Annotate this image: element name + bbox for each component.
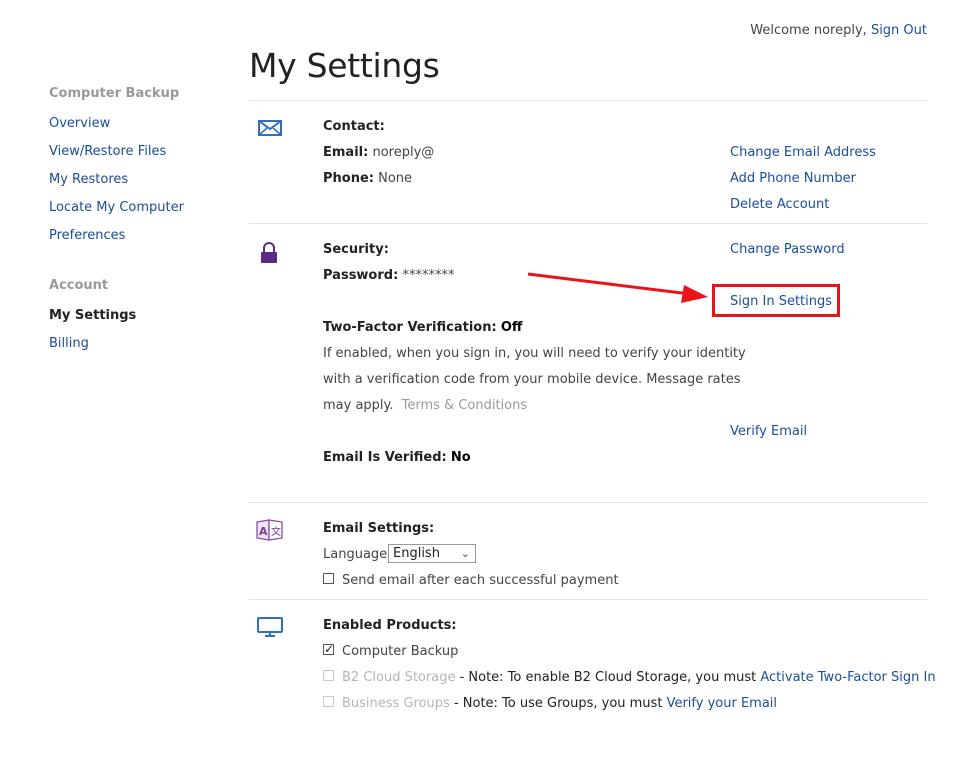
sidebar-item-overview[interactable]: Overview <box>49 116 110 131</box>
password-label: Password: <box>323 268 399 283</box>
b2-row: B2 Cloud Storage - Note: To enable B2 Cl… <box>342 670 936 685</box>
two-factor-description-line-3: may apply. Terms & Conditions <box>323 398 527 413</box>
terms-link[interactable]: Terms & Conditions <box>402 398 528 413</box>
b2-note: - Note: To enable B2 Cloud Storage, you … <box>455 670 761 685</box>
contact-heading: Contact: <box>323 119 385 134</box>
groups-label: Business Groups <box>342 696 450 711</box>
two-factor-row: Two-Factor Verification: Off <box>323 320 522 335</box>
change-password-link[interactable]: Change Password <box>730 242 845 257</box>
description-text: may apply. <box>323 398 394 413</box>
two-factor-description-line-2: with a verification code from your mobil… <box>323 372 741 387</box>
verify-email-link[interactable]: Verify Email <box>730 424 807 439</box>
phone-label: Phone: <box>323 171 374 186</box>
chevron-down-icon: ⌄ <box>460 547 470 560</box>
envelope-icon <box>258 120 282 136</box>
phone-value: None <box>378 171 413 186</box>
monitor-icon <box>257 617 283 637</box>
sidebar-item-locate-my-computer[interactable]: Locate My Computer <box>49 200 184 215</box>
email-settings-heading: Email Settings: <box>323 521 435 536</box>
checkmark-icon: ✓ <box>324 642 335 656</box>
arrow-annotation-icon <box>527 272 708 303</box>
password-row: Password: ******** <box>323 268 454 283</box>
svg-text:文: 文 <box>271 525 281 538</box>
sign-in-settings-link[interactable]: Sign In Settings <box>730 294 832 309</box>
sidebar-item-billing[interactable]: Billing <box>49 336 89 351</box>
send-email-checkbox[interactable] <box>323 573 334 584</box>
svg-text:A: A <box>259 525 268 538</box>
sidebar-heading-account: Account <box>49 278 109 293</box>
sign-out-link[interactable]: Sign Out <box>871 23 927 38</box>
welcome-text: Welcome noreply, <box>750 23 867 38</box>
divider <box>249 223 927 224</box>
divider <box>249 599 927 600</box>
b2-checkbox[interactable] <box>323 670 334 681</box>
language-select[interactable]: English ⌄ <box>388 544 476 563</box>
two-factor-value: Off <box>500 320 523 335</box>
sidebar-item-preferences[interactable]: Preferences <box>49 228 125 243</box>
computer-backup-checkbox[interactable]: ✓ <box>323 642 335 656</box>
email-value: noreply@ <box>372 145 435 160</box>
add-phone-link[interactable]: Add Phone Number <box>730 171 856 186</box>
change-email-link[interactable]: Change Email Address <box>730 145 876 160</box>
security-heading: Security: <box>323 242 389 257</box>
two-factor-description-line-1: If enabled, when you sign in, you will n… <box>323 346 746 361</box>
sidebar-item-view-restore-files[interactable]: View/Restore Files <box>49 144 166 159</box>
contact-phone: Phone: None <box>323 171 412 186</box>
divider <box>249 100 927 101</box>
language-label: Language: <box>323 547 392 562</box>
computer-backup-label: Computer Backup <box>342 644 459 659</box>
language-selected-value: English <box>393 546 440 561</box>
groups-note: - Note: To use Groups, you must <box>449 696 667 711</box>
sidebar-item-my-settings[interactable]: My Settings <box>49 308 136 323</box>
contact-email: Email: noreply@ <box>323 145 434 160</box>
b2-label: B2 Cloud Storage <box>342 670 456 685</box>
language-icon: A 文 <box>256 519 283 541</box>
email-verified-value: No <box>450 450 471 465</box>
password-value: ******** <box>402 268 455 283</box>
products-heading: Enabled Products: <box>323 618 457 633</box>
groups-row: Business Groups - Note: To use Groups, y… <box>342 696 777 711</box>
two-factor-label: Two-Factor Verification: <box>323 320 497 335</box>
email-verified-row: Email Is Verified: No <box>323 450 471 465</box>
delete-account-link[interactable]: Delete Account <box>730 197 829 212</box>
business-groups-checkbox[interactable] <box>323 696 334 707</box>
send-email-label: Send email after each successful payment <box>342 573 619 588</box>
email-verified-label: Email Is Verified: <box>323 450 447 465</box>
sidebar-heading-computer-backup: Computer Backup <box>49 86 180 101</box>
activate-two-factor-link[interactable]: Activate Two-Factor Sign In <box>760 670 935 685</box>
page-title: My Settings <box>249 46 440 85</box>
lock-icon <box>261 242 277 263</box>
verify-your-email-link[interactable]: Verify your Email <box>667 696 777 711</box>
divider <box>249 502 927 503</box>
email-label: Email: <box>323 145 369 160</box>
welcome-bar: Welcome noreply, Sign Out <box>750 23 927 38</box>
sidebar-item-my-restores[interactable]: My Restores <box>49 172 128 187</box>
